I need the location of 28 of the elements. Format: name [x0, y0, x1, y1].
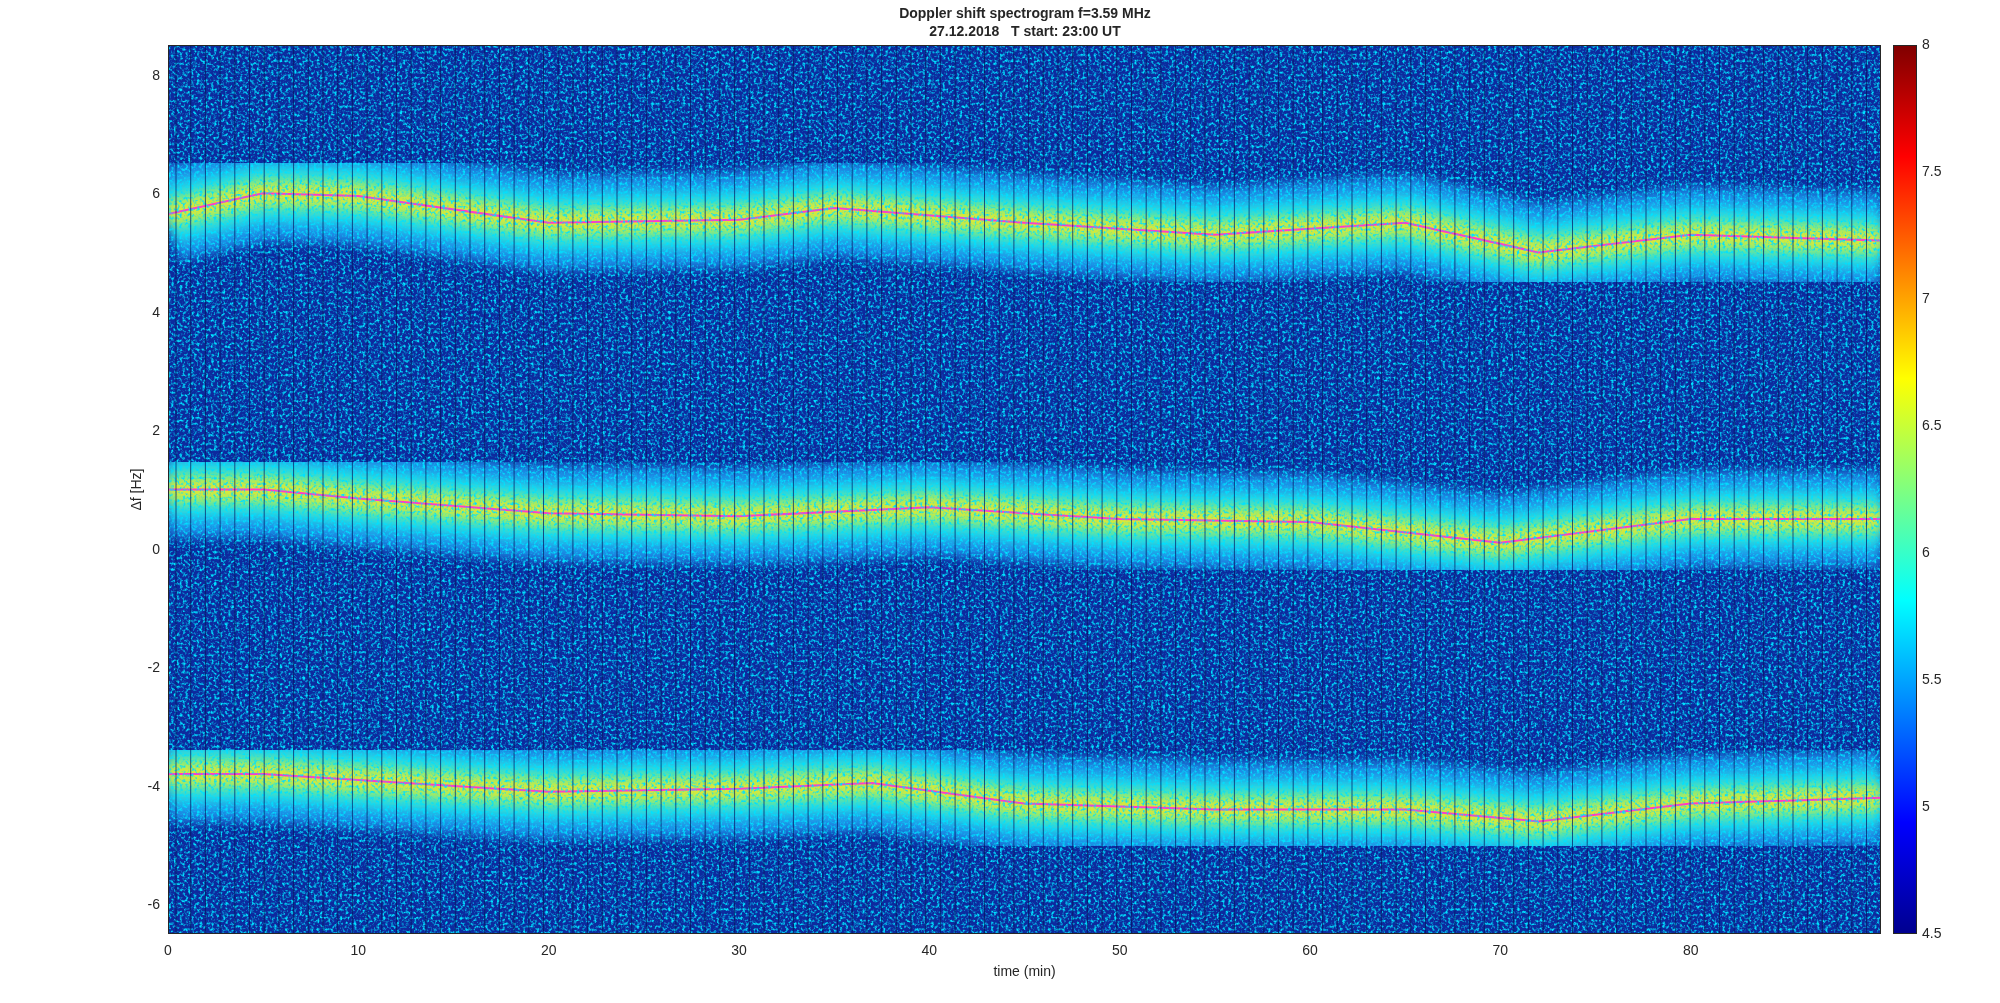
- colorbar-tick-label: 5.5: [1922, 671, 1942, 687]
- colorbar-tick-label: 6: [1922, 544, 1930, 560]
- x-tick-label: 10: [350, 942, 367, 958]
- x-tick-label: 30: [731, 942, 747, 958]
- x-tick-label: 80: [1682, 942, 1699, 958]
- y-tick-label: 4: [152, 303, 160, 320]
- x-tick-label: 50: [1111, 942, 1128, 958]
- x-tick-label: 20: [540, 942, 557, 958]
- plot-title: Doppler shift spectrogram f=3.59 MHz 27.12.2018 T start: 23:00 UT: [899, 5, 1151, 39]
- colorbar-tick-label: 6.5: [1922, 417, 1942, 433]
- x-tick-label: 0: [164, 942, 172, 958]
- x-axis-label: time (min): [993, 963, 1056, 979]
- colorbar-tick-label: 4.5: [1922, 925, 1942, 941]
- x-tick-label: 70: [1492, 942, 1509, 958]
- y-tick-label: -6: [147, 896, 160, 913]
- y-tick-label: 6: [152, 185, 160, 202]
- y-tick-label: -4: [147, 777, 160, 794]
- y-tick-label: -2: [147, 659, 160, 676]
- colorbar-tick-label: 7.5: [1922, 163, 1942, 179]
- colorbar-tick-label: 7: [1922, 290, 1930, 306]
- y-tick-label: 0: [152, 540, 160, 557]
- colorbar-tick-label: 8: [1922, 36, 1930, 52]
- y-tick-label: 2: [152, 422, 160, 439]
- y-axis-label: Δf [Hz]: [128, 468, 144, 511]
- x-tick-label: 40: [921, 942, 938, 958]
- x-tick-label: 60: [1302, 942, 1318, 958]
- colorbar-tick-label: 5: [1922, 798, 1930, 814]
- y-tick-label: 8: [152, 66, 160, 83]
